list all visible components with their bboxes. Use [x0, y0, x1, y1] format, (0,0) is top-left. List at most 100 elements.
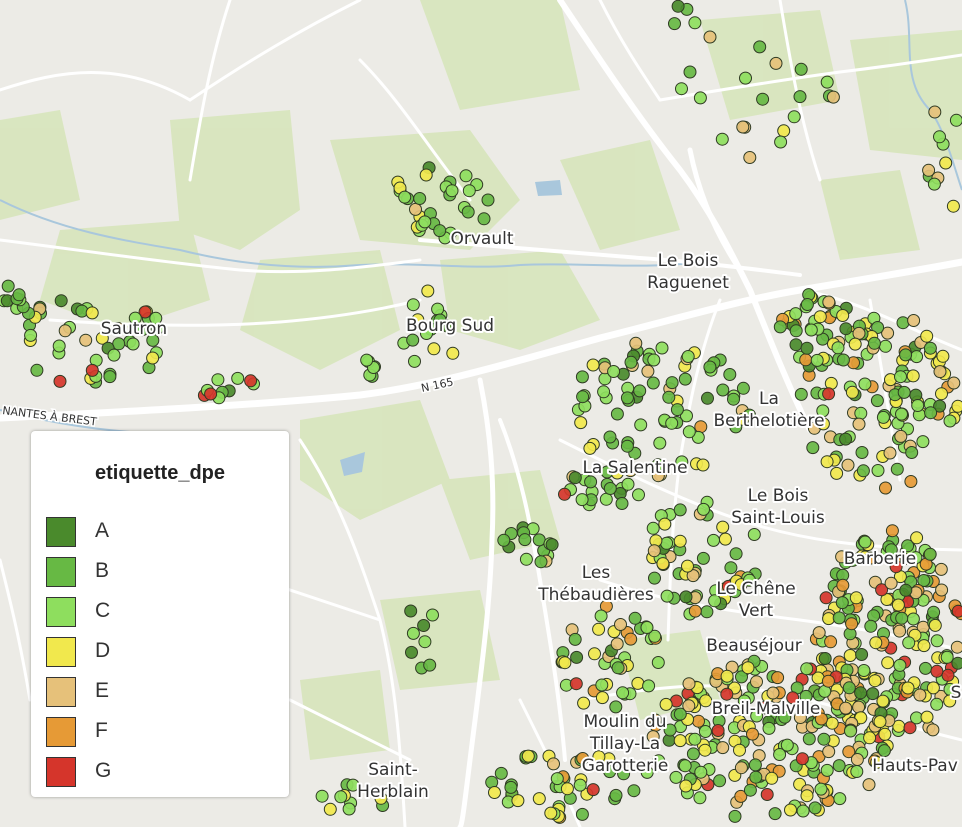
dpe-marker[interactable]	[895, 407, 908, 421]
dpe-marker[interactable]	[603, 430, 617, 444]
dpe-marker[interactable]	[750, 675, 763, 689]
dpe-marker[interactable]	[315, 789, 329, 803]
dpe-marker[interactable]	[681, 350, 695, 363]
dpe-marker[interactable]	[849, 591, 863, 605]
dpe-marker[interactable]	[560, 782, 574, 796]
dpe-marker[interactable]	[558, 656, 572, 670]
dpe-marker[interactable]	[850, 753, 864, 766]
dpe-marker[interactable]	[879, 339, 892, 353]
dpe-marker[interactable]	[716, 520, 730, 534]
dpe-marker[interactable]	[423, 658, 437, 672]
dpe-marker[interactable]	[627, 784, 641, 798]
dpe-marker[interactable]	[511, 794, 525, 808]
dpe-marker[interactable]	[804, 323, 818, 337]
dpe-marker[interactable]	[692, 714, 705, 728]
dpe-marker[interactable]	[854, 686, 868, 700]
dpe-marker[interactable]	[893, 658, 907, 672]
dpe-marker[interactable]	[876, 410, 890, 424]
dpe-marker[interactable]	[103, 370, 117, 384]
dpe-marker[interactable]	[30, 363, 44, 377]
dpe-marker[interactable]	[647, 544, 661, 558]
dpe-marker[interactable]	[665, 416, 679, 430]
dpe-marker[interactable]	[771, 671, 785, 685]
dpe-marker[interactable]	[431, 302, 445, 316]
dpe-marker[interactable]	[835, 596, 849, 610]
dpe-marker[interactable]	[902, 636, 916, 650]
dpe-marker[interactable]	[856, 464, 870, 478]
dpe-marker[interactable]	[844, 724, 857, 738]
dpe-marker[interactable]	[899, 583, 913, 597]
dpe-marker[interactable]	[694, 765, 708, 779]
dpe-marker[interactable]	[883, 446, 897, 460]
dpe-marker[interactable]	[891, 598, 905, 612]
dpe-marker[interactable]	[869, 636, 883, 650]
dpe-marker[interactable]	[488, 786, 501, 799]
dpe-marker[interactable]	[733, 743, 746, 757]
dpe-marker[interactable]	[418, 215, 432, 229]
dpe-marker[interactable]	[588, 647, 601, 661]
dpe-marker[interactable]	[417, 619, 431, 632]
dpe-marker[interactable]	[54, 294, 68, 308]
dpe-marker[interactable]	[919, 661, 932, 675]
dpe-marker[interactable]	[826, 90, 840, 104]
dpe-marker[interactable]	[885, 524, 899, 538]
dpe-marker[interactable]	[784, 803, 797, 817]
dpe-marker[interactable]	[836, 309, 850, 322]
dpe-marker[interactable]	[940, 650, 954, 664]
dpe-marker[interactable]	[822, 387, 836, 401]
dpe-marker[interactable]	[459, 169, 473, 183]
dpe-marker[interactable]	[855, 446, 869, 459]
dpe-marker[interactable]	[941, 668, 955, 682]
dpe-marker[interactable]	[729, 547, 743, 561]
dpe-marker[interactable]	[895, 611, 909, 625]
dpe-marker[interactable]	[845, 385, 859, 399]
dpe-marker[interactable]	[789, 307, 803, 321]
dpe-marker[interactable]	[713, 774, 727, 788]
dpe-marker[interactable]	[920, 329, 934, 343]
dpe-marker[interactable]	[398, 190, 412, 204]
dpe-marker[interactable]	[404, 604, 418, 618]
dpe-marker[interactable]	[519, 552, 533, 566]
dpe-marker[interactable]	[609, 788, 623, 802]
dpe-marker[interactable]	[583, 441, 597, 455]
dpe-marker[interactable]	[107, 348, 121, 362]
dpe-marker[interactable]	[693, 791, 707, 805]
dpe-marker[interactable]	[586, 358, 600, 372]
dpe-marker[interactable]	[910, 350, 924, 364]
dpe-marker[interactable]	[126, 337, 140, 351]
dpe-marker[interactable]	[1, 279, 15, 293]
dpe-marker[interactable]	[830, 466, 844, 480]
dpe-marker[interactable]	[905, 446, 919, 459]
dpe-marker[interactable]	[707, 533, 720, 547]
dpe-marker[interactable]	[836, 353, 850, 367]
dpe-marker[interactable]	[743, 783, 757, 797]
dpe-marker[interactable]	[497, 533, 511, 547]
dpe-marker[interactable]	[852, 417, 866, 431]
dpe-marker[interactable]	[547, 757, 560, 771]
dpe-marker[interactable]	[839, 701, 853, 715]
dpe-marker[interactable]	[545, 538, 559, 552]
dpe-marker[interactable]	[930, 664, 944, 678]
dpe-marker[interactable]	[624, 632, 638, 646]
dpe-marker[interactable]	[603, 482, 617, 495]
dpe-marker[interactable]	[727, 392, 740, 406]
dpe-marker[interactable]	[634, 418, 648, 432]
dpe-marker[interactable]	[813, 310, 827, 324]
dpe-marker[interactable]	[855, 648, 869, 661]
dpe-marker[interactable]	[951, 604, 962, 618]
dpe-marker[interactable]	[592, 622, 606, 636]
dpe-marker[interactable]	[917, 639, 931, 653]
dpe-marker[interactable]	[819, 591, 833, 605]
dpe-marker[interactable]	[700, 605, 714, 619]
dpe-marker[interactable]	[494, 766, 508, 780]
dpe-marker[interactable]	[334, 790, 348, 804]
dpe-marker[interactable]	[688, 604, 702, 618]
dpe-marker[interactable]	[703, 30, 717, 44]
dpe-marker[interactable]	[789, 338, 803, 352]
dpe-marker[interactable]	[842, 681, 856, 695]
dpe-marker[interactable]	[244, 374, 258, 388]
dpe-marker[interactable]	[766, 686, 780, 700]
dpe-marker[interactable]	[681, 559, 694, 573]
dpe-marker[interactable]	[646, 376, 660, 390]
dpe-marker[interactable]	[419, 168, 433, 182]
